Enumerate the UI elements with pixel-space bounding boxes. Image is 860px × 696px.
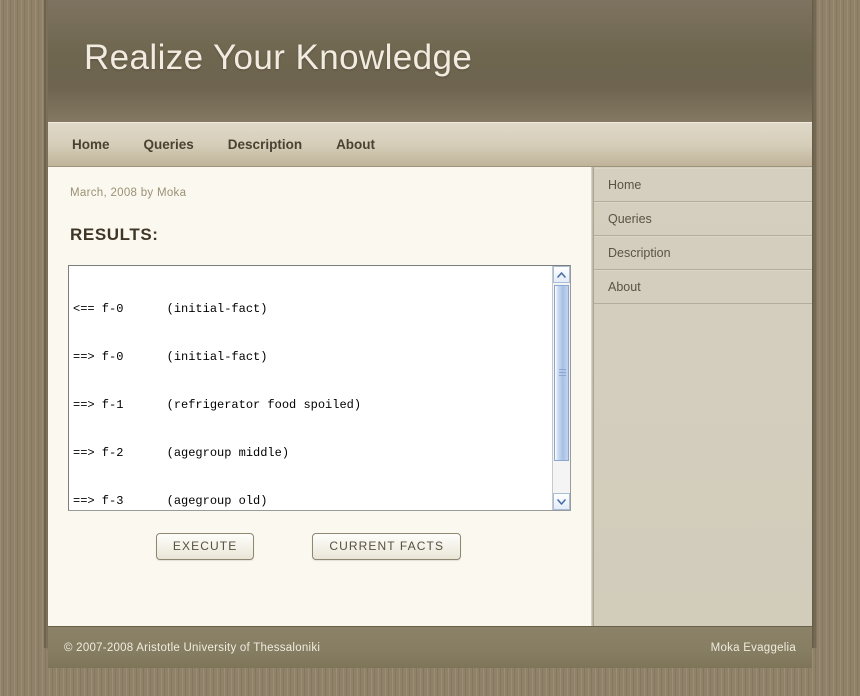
scroll-up-arrow-icon[interactable] <box>553 266 570 283</box>
result-line: ==> f-1 (refrigerator food spoiled) <box>73 398 362 412</box>
current-facts-button[interactable]: CURRENT FACTS <box>312 533 462 560</box>
byline: March, 2008 by Moka <box>70 187 187 199</box>
topnav-item-about[interactable]: About <box>336 137 375 152</box>
page-right-edge-shadow <box>812 0 817 648</box>
results-scrollbar[interactable] <box>552 266 570 510</box>
sidebar-item-home[interactable]: Home <box>594 168 812 202</box>
body-area: March, 2008 by Moka RESULTS: <== f-0 (in… <box>48 167 812 626</box>
results-textarea[interactable]: <== f-0 (initial-fact) ==> f-0 (initial-… <box>68 265 571 511</box>
sidebar-item-description[interactable]: Description <box>594 236 812 270</box>
footer-author: Moka Evaggelia <box>710 641 796 654</box>
topnav-item-queries[interactable]: Queries <box>144 137 194 152</box>
sidebar-item-queries[interactable]: Queries <box>594 202 812 236</box>
sidebar-item-about[interactable]: About <box>594 270 812 304</box>
result-line: ==> f-2 (agegroup middle) <box>73 446 290 460</box>
page-container: Realize Your Knowledge Home Queries Desc… <box>48 0 812 668</box>
top-navigation: Home Queries Description About <box>48 122 812 167</box>
scroll-down-arrow-icon[interactable] <box>553 493 570 510</box>
sidebar-item-label: Description <box>608 246 671 260</box>
result-line: ==> f-3 (agegroup old) <box>73 494 268 508</box>
execute-button[interactable]: EXECUTE <box>155 533 255 560</box>
results-text-content[interactable]: <== f-0 (initial-fact) ==> f-0 (initial-… <box>69 266 551 510</box>
site-header: Realize Your Knowledge <box>48 0 812 122</box>
sidebar-item-label: Queries <box>608 212 652 226</box>
topnav-item-description[interactable]: Description <box>228 137 302 152</box>
site-title: Realize Your Knowledge <box>84 38 473 77</box>
result-line: <== f-0 (initial-fact) <box>73 302 268 316</box>
topnav-item-home[interactable]: Home <box>72 137 110 152</box>
main-content: March, 2008 by Moka RESULTS: <== f-0 (in… <box>48 167 591 626</box>
results-heading: RESULTS: <box>70 225 159 244</box>
site-footer: © 2007-2008 Aristotle University of Thes… <box>48 626 812 668</box>
sidebar-item-label: About <box>608 280 641 294</box>
scrollbar-thumb[interactable] <box>554 285 569 461</box>
button-row: EXECUTE CURRENT FACTS <box>68 533 571 560</box>
result-line: ==> f-0 (initial-fact) <box>73 350 268 364</box>
footer-copyright: © 2007-2008 Aristotle University of Thes… <box>64 641 321 654</box>
sidebar: Home Queries Description About <box>593 167 812 626</box>
sidebar-item-label: Home <box>608 178 642 192</box>
scrollbar-grip-icon <box>559 369 566 377</box>
